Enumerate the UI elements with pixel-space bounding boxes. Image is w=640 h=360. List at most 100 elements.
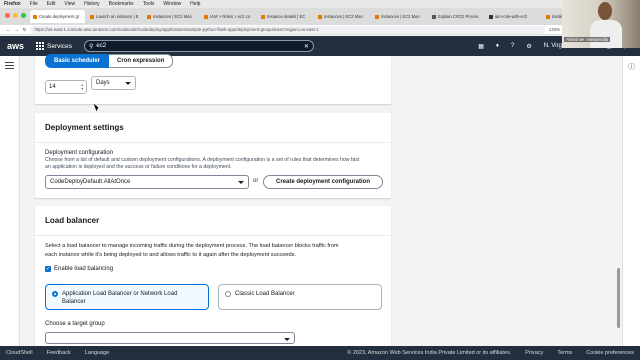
interval-value: 14	[49, 84, 56, 90]
deployment-config-value: CodeDeployDefault.AllAtOnce	[50, 179, 131, 185]
browser-tab[interactable]: IAM > Roles > ec2 co	[201, 10, 256, 23]
section-title: Deployment settings	[35, 113, 391, 143]
language-link[interactable]: Language	[85, 350, 109, 356]
tab-cron-expression[interactable]: Cron expression	[109, 54, 174, 68]
minimize-window-icon[interactable]	[13, 13, 18, 18]
mac-app-name[interactable]: Firefox	[4, 1, 21, 7]
create-deployment-config-button[interactable]: Create deployment configuration	[263, 175, 383, 189]
github-favicon-icon	[489, 14, 493, 19]
mac-menu-history[interactable]: History	[84, 1, 100, 7]
bell-icon[interactable]: ♦	[496, 43, 499, 49]
window-controls	[5, 13, 26, 18]
terms-link[interactable]: Terms	[557, 350, 572, 356]
aws-logo[interactable]: aws	[7, 41, 24, 51]
enable-load-balancing-label: Enable load balancing	[54, 266, 114, 272]
tab-title: Create deployment gr	[39, 14, 80, 19]
option-label-line: Balancer	[62, 299, 86, 305]
deployment-config-select[interactable]: CodeDeployDefault.AllAtOnce	[45, 175, 249, 189]
target-group-select[interactable]	[45, 332, 295, 344]
back-icon[interactable]: ←	[6, 27, 10, 32]
grid-icon	[36, 42, 45, 50]
enable-load-balancing-checkbox[interactable]: ✓ Enable load balancing	[45, 266, 113, 272]
forward-icon[interactable]: →	[14, 27, 18, 32]
info-panel-icon[interactable]: ⓘ	[628, 62, 635, 72]
aws-favicon-icon	[90, 14, 94, 19]
mouse-cursor-icon	[93, 102, 100, 112]
zoom-level[interactable]: 133%	[549, 27, 560, 32]
deployment-config-label: Deployment configuration	[45, 150, 114, 156]
aws-footer: CloudShell Feedback Language © 2023, Ama…	[0, 346, 640, 360]
cookie-preferences-link[interactable]: Cookie preferences	[586, 350, 634, 356]
schedule-card: Basic scheduler Cron expression 14 ▲ ▼ Da…	[35, 54, 391, 104]
radio-unselected-icon	[225, 291, 231, 297]
help-icon[interactable]: ?	[511, 43, 514, 49]
services-menu[interactable]: Services	[36, 42, 72, 50]
copyright-text: © 2023, Amazon Web Services India Privat…	[347, 350, 512, 356]
mac-menu-tools[interactable]: Tools	[143, 1, 155, 7]
stepper-icon[interactable]: ▲ ▼	[81, 83, 84, 91]
mac-menu-view[interactable]: View	[64, 1, 75, 7]
alb-nlb-option[interactable]: Application Load Balancer or Network Loa…	[45, 284, 209, 310]
tab-title: Instances | EC2 Man	[381, 14, 420, 19]
mac-menu-bookmarks[interactable]: Bookmarks	[109, 1, 134, 7]
scrollbar[interactable]	[617, 268, 620, 328]
tab-title: iam-role-with-ec2	[495, 14, 528, 19]
reload-icon[interactable]: ↻	[23, 27, 27, 33]
description-line: Select a load balancer to manage incomin…	[45, 243, 339, 249]
close-window-icon[interactable]	[5, 13, 10, 18]
mac-menu-window[interactable]: Window	[163, 1, 181, 7]
maximize-window-icon[interactable]	[21, 13, 26, 18]
chevron-down-icon	[284, 338, 290, 341]
browser-tab[interactable]: iam-role-with-ec2	[486, 10, 541, 23]
browser-tab[interactable]: Instances | EC2 Man	[315, 10, 370, 23]
browser-tab[interactable]: Launch an instance | E	[87, 10, 142, 23]
mac-menu-edit[interactable]: Edit	[47, 1, 56, 7]
classic-lb-option[interactable]: Classic Load Balancer	[218, 284, 382, 310]
tab-title: Launch an instance | E	[96, 14, 139, 19]
address-bar: ← → ↻ https://us-east-1.console.aws.amaz…	[0, 25, 640, 35]
description-line: an application is deployed and the succe…	[45, 164, 232, 170]
tab-basic-scheduler[interactable]: Basic scheduler	[45, 54, 110, 68]
cloudshell-link[interactable]: CloudShell	[6, 350, 33, 356]
search-icon: ⚲	[88, 43, 94, 50]
description-line: Choose from a list of default and custom…	[45, 157, 360, 163]
aws-top-nav: aws Services ⚲ ec2 ✕ ▦ ♦ ? ⚙ N. Virginia…	[0, 36, 640, 56]
checkmark-icon: ✓	[45, 266, 51, 272]
aws-favicon-icon	[318, 14, 322, 19]
privacy-link[interactable]: Privacy	[525, 350, 543, 356]
url-field[interactable]: https://us-east-1.console.aws.amazon.com…	[30, 25, 545, 34]
aws-favicon-icon	[261, 14, 265, 19]
tab-title: Instances | EC2 Man	[324, 14, 363, 19]
tab-title: Explain CI/CD Proces	[438, 14, 479, 19]
browser-tab[interactable]: Instances | EC2 Man	[372, 10, 427, 23]
search-input[interactable]: ⚲ ec2 ✕	[83, 40, 314, 52]
hamburger-menu-icon[interactable]	[5, 62, 14, 71]
mac-menu-file[interactable]: File	[30, 1, 38, 7]
aws-favicon-icon	[375, 14, 379, 19]
mac-menu-bar: Firefox File Edit View History Bookmarks…	[0, 0, 640, 8]
presenter-name: Abhishek Veeramalla	[564, 37, 611, 42]
tab-title: IAM > Roles > ec2 co	[210, 14, 251, 19]
cloudshell-icon[interactable]: ▦	[478, 43, 484, 50]
mac-menu-help[interactable]: Help	[190, 1, 200, 7]
chevron-down-icon	[125, 82, 131, 85]
interval-unit-select[interactable]: Days	[91, 76, 136, 90]
browser-tab[interactable]: Explain CI/CD Proces	[429, 10, 484, 23]
interval-unit-value: Days	[96, 80, 110, 86]
browser-tab[interactable]: Create deployment gr	[30, 10, 85, 23]
aws-favicon-icon	[33, 14, 37, 19]
browser-tab[interactable]: Instances | EC2 Man	[144, 10, 199, 23]
clear-icon[interactable]: ✕	[304, 43, 309, 50]
page-favicon-icon	[432, 14, 436, 19]
alb-nlb-label: Application Load Balancer or Network Loa…	[62, 290, 177, 306]
interval-number-input[interactable]: 14 ▲ ▼	[45, 80, 87, 94]
tab-title: Instance details | EC	[267, 14, 306, 19]
feedback-link[interactable]: Feedback	[47, 350, 71, 356]
right-rail: ⓘ	[622, 56, 640, 346]
webcam-overlay: Abhishek Veeramalla	[562, 0, 640, 48]
browser-tab[interactable]: Instance details | EC	[258, 10, 313, 23]
chevron-down-icon	[238, 181, 244, 184]
gear-icon[interactable]: ⚙	[526, 43, 531, 50]
target-group-label: Choose a target group	[45, 321, 105, 327]
load-balancer-description: Select a load balancer to manage incomin…	[45, 242, 385, 260]
